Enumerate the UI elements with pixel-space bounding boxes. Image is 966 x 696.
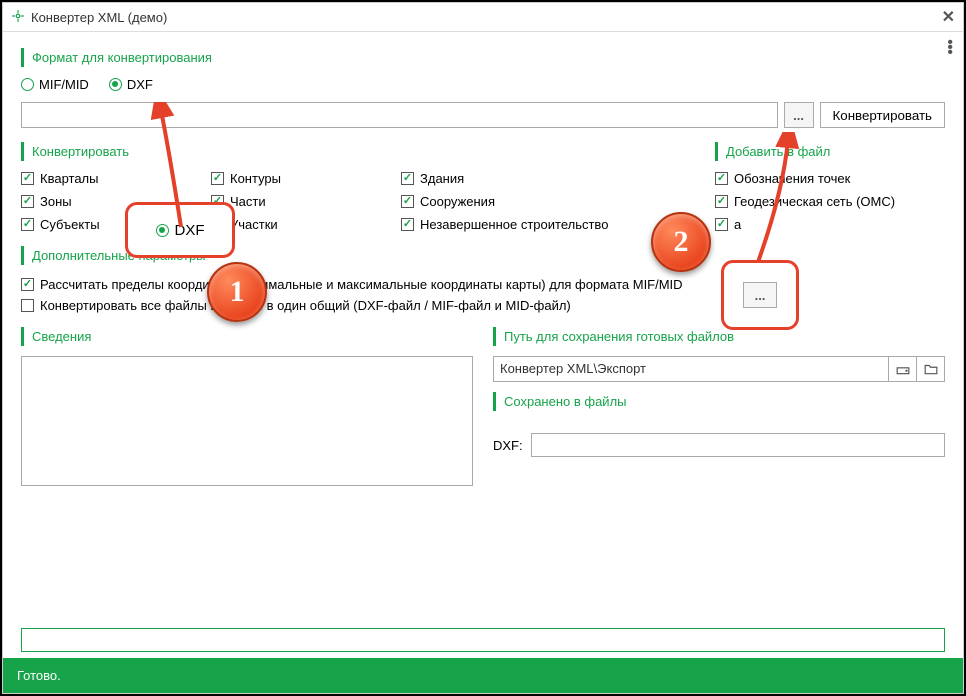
browse-button[interactable]: ...	[784, 102, 814, 128]
check-parcels[interactable]: Участки	[211, 217, 371, 232]
checkbox-icon	[211, 218, 224, 231]
save-path-row: Конвертер XML\Экспорт	[493, 356, 945, 382]
checkbox-icon	[21, 299, 34, 312]
checkbox-icon	[401, 195, 414, 208]
checkbox-icon	[21, 278, 34, 291]
titlebar: Конвертер XML (демо) ✕	[3, 3, 963, 32]
checkbox-icon	[211, 195, 224, 208]
status-text: Готово.	[17, 668, 61, 683]
checkbox-icon	[715, 218, 728, 231]
checkbox-icon	[715, 195, 728, 208]
progress-bar	[21, 628, 945, 652]
section-save-path: Путь для сохранения готовых файлов	[493, 327, 945, 346]
convert-options: Кварталы Контуры Здания Зоны Части Соору…	[21, 171, 675, 232]
check-merge-archive[interactable]: Конвертировать все файлы в архиве в один…	[21, 298, 571, 313]
app-window: Конвертер XML (демо) ✕ ••• Формат для ко…	[2, 2, 964, 694]
dxf-output-field[interactable]	[531, 433, 945, 457]
annotation-callout-box-2: ...	[721, 260, 799, 330]
section-convert: Конвертировать	[21, 142, 675, 161]
drive-icon[interactable]	[888, 357, 916, 381]
source-file-input[interactable]	[21, 102, 778, 128]
dxf-label: DXF:	[493, 438, 523, 453]
check-unfinished[interactable]: Незавершенное строительство	[401, 217, 675, 232]
radio-circle-icon	[109, 78, 122, 91]
statusbar: Готово.	[3, 658, 963, 693]
overflow-menu-icon[interactable]: •••	[947, 40, 953, 55]
section-format: Формат для конвертирования	[21, 48, 945, 67]
check-subjects[interactable]: Субъекты	[21, 217, 181, 232]
close-icon[interactable]: ✕	[942, 7, 955, 27]
app-icon	[11, 9, 25, 26]
section-saved-to: Сохранено в файлы	[493, 392, 945, 411]
section-add-to-file: Добавить в файл	[715, 142, 945, 161]
check-zones[interactable]: Зоны	[21, 194, 181, 209]
check-calc-bounds[interactable]: Рассчитать пределы координат (минимальны…	[21, 277, 683, 292]
format-radios: MIF/MID DXF	[21, 77, 945, 92]
section-extra-params: Дополнительные параметры	[21, 246, 945, 265]
radio-mif[interactable]: MIF/MID	[21, 77, 89, 92]
checkbox-icon	[211, 172, 224, 185]
check-geodetic-net[interactable]: Геодезическая сеть (OMC)	[715, 194, 945, 209]
check-contours[interactable]: Контуры	[211, 171, 371, 186]
check-extra-a[interactable]: а	[715, 217, 945, 232]
radio-dxf-label: DXF	[127, 77, 153, 92]
dxf-row: DXF:	[493, 433, 945, 457]
check-point-labels[interactable]: Обозначения точек	[715, 171, 945, 186]
radio-circle-icon	[21, 78, 34, 91]
radio-mif-label: MIF/MID	[39, 77, 89, 92]
content-area: ••• Формат для конвертирования MIF/MID D…	[3, 32, 963, 568]
check-quarters[interactable]: Кварталы	[21, 171, 181, 186]
checkbox-icon	[21, 218, 34, 231]
source-file-row: ... Конвертировать	[21, 102, 945, 128]
info-textarea[interactable]	[21, 356, 473, 486]
folder-icon[interactable]	[916, 357, 944, 381]
checkbox-icon	[715, 172, 728, 185]
section-info: Сведения	[21, 327, 473, 346]
check-buildings[interactable]: Здания	[401, 171, 675, 186]
convert-button[interactable]: Конвертировать	[820, 102, 945, 128]
save-path-value[interactable]: Конвертер XML\Экспорт	[494, 357, 888, 381]
checkbox-icon	[21, 195, 34, 208]
progress-container	[21, 628, 945, 652]
checkbox-icon	[401, 218, 414, 231]
checkbox-icon	[21, 172, 34, 185]
radio-dxf[interactable]: DXF	[109, 77, 153, 92]
window-title: Конвертер XML (демо)	[31, 10, 167, 25]
check-parts[interactable]: Части	[211, 194, 371, 209]
checkbox-icon	[401, 172, 414, 185]
check-structures[interactable]: Сооружения	[401, 194, 675, 209]
